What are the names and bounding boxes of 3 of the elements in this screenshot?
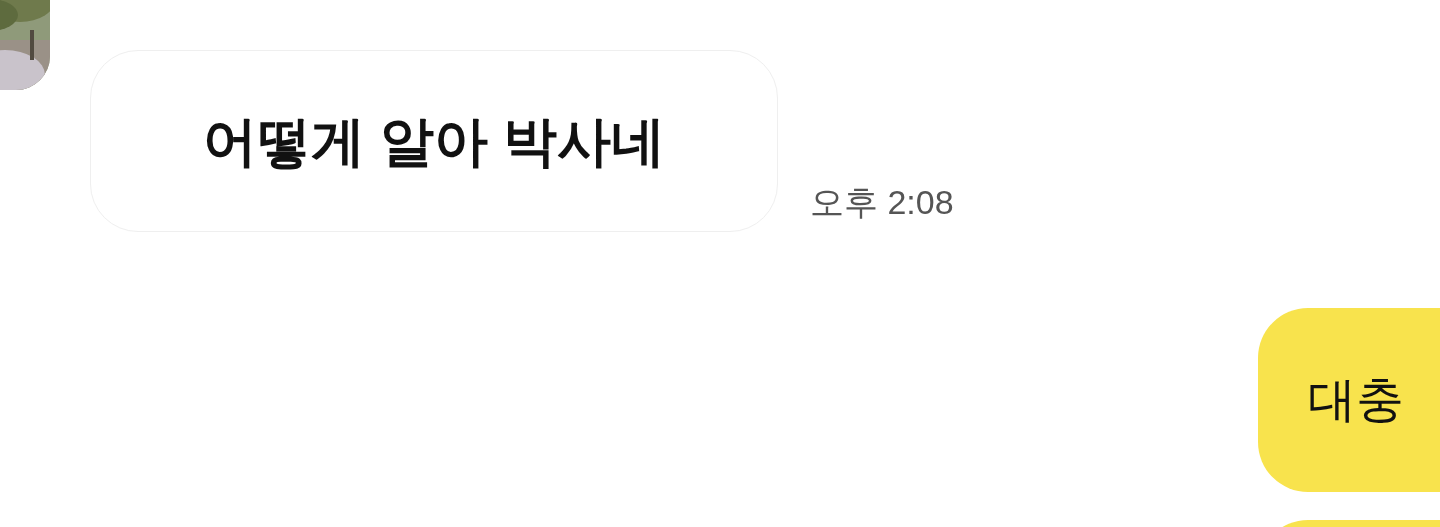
message-text: 어떻게 알아 박사네 xyxy=(203,109,665,173)
message-text: 대충 xyxy=(1308,372,1404,428)
message-time: 오후 2:08 xyxy=(810,182,954,223)
